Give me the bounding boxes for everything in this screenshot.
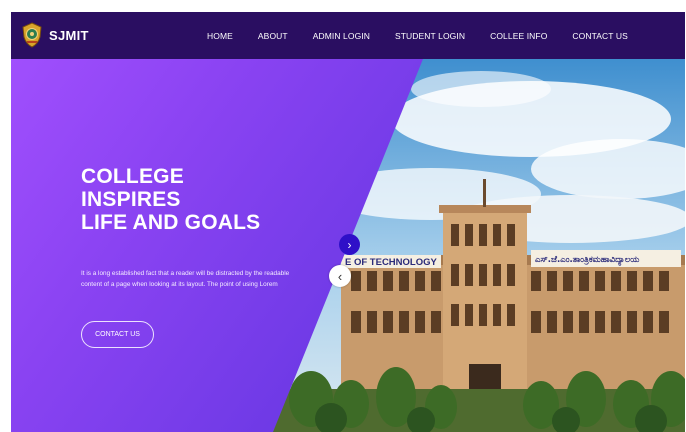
nav-about[interactable]: ABOUT [258, 31, 288, 41]
contact-us-button[interactable]: CONTACT US [81, 321, 154, 348]
nav-home[interactable]: HOME [207, 31, 233, 41]
brand[interactable]: SJMIT [21, 22, 89, 48]
chevron-right-icon: › [347, 237, 352, 252]
nav-links: HOME ABOUT ADMIN LOGIN STUDENT LOGIN COL… [207, 12, 653, 59]
chevron-left-icon: ‹ [337, 268, 343, 284]
slider-next-button[interactable]: › [339, 234, 360, 255]
hero-slider: E OF TECHNOLOGY ಎಸ್.ಜೆ.ಎಂ.ತಾಂತ್ರಿಕಮಹಾವಿದ… [11, 59, 685, 432]
navbar: SJMIT HOME ABOUT ADMIN LOGIN STUDENT LOG… [11, 12, 685, 59]
nav-admin-login[interactable]: ADMIN LOGIN [313, 31, 370, 41]
brand-name: SJMIT [49, 27, 89, 43]
nav-contact-us[interactable]: CONTACT US [572, 31, 627, 41]
headline-line-3: LIFE AND GOALS [81, 211, 261, 234]
headline-line-2: INSPIRES [81, 188, 181, 211]
sign-left: E OF TECHNOLOGY [345, 257, 438, 268]
hero-headline: COLLEGE INSPIRES LIFE AND GOALS [81, 165, 260, 234]
slider-prev-button[interactable]: ‹ [329, 265, 351, 287]
nav-student-login[interactable]: STUDENT LOGIN [395, 31, 465, 41]
hero-description: It is a long established fact that a rea… [81, 270, 290, 288]
headline-line-1: COLLEGE [81, 165, 184, 188]
nav-college-info[interactable]: COLLEE INFO [490, 31, 547, 41]
page-frame: SJMIT HOME ABOUT ADMIN LOGIN STUDENT LOG… [11, 12, 685, 432]
college-emblem-icon [22, 22, 42, 48]
